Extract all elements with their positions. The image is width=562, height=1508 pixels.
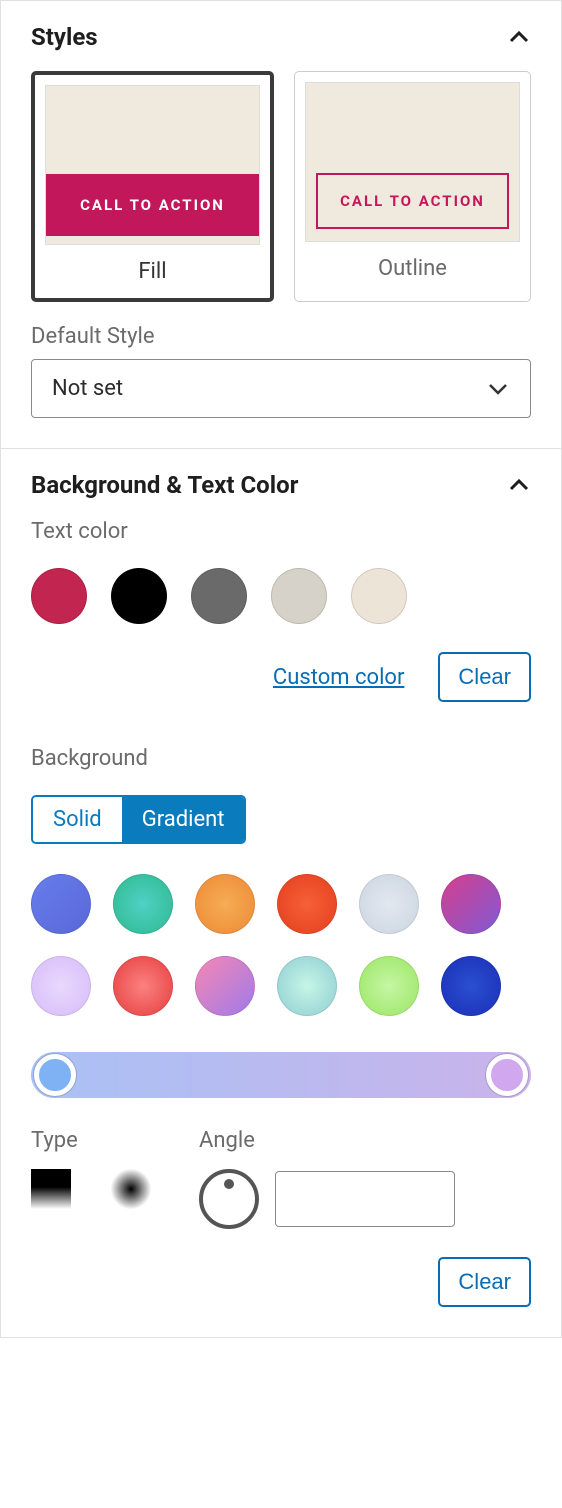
style-preview: CALL TO ACTION xyxy=(45,85,260,245)
angle-label: Angle xyxy=(199,1128,455,1153)
color-swatch[interactable] xyxy=(271,568,327,624)
gradient-swatch[interactable] xyxy=(441,956,501,1016)
text-color-swatches xyxy=(31,568,531,624)
gradient-swatch[interactable] xyxy=(359,874,419,934)
styles-section: Styles CALL TO ACTION Fill CALL TO ACTIO… xyxy=(1,1,561,448)
default-style-select[interactable]: Not set xyxy=(31,359,531,418)
style-options: CALL TO ACTION Fill CALL TO ACTION Outli… xyxy=(31,71,531,302)
chevron-down-icon xyxy=(486,377,510,401)
gradient-swatch[interactable] xyxy=(277,956,337,1016)
bg-text-header[interactable]: Background & Text Color xyxy=(31,471,531,499)
custom-color-link[interactable]: Custom color xyxy=(273,665,405,690)
color-swatch[interactable] xyxy=(351,568,407,624)
gradient-swatch[interactable] xyxy=(359,956,419,1016)
type-label: Type xyxy=(31,1128,151,1153)
bg-text-section: Background & Text Color Text color Custo… xyxy=(1,448,561,1337)
clear-background-button[interactable]: Clear xyxy=(438,1257,531,1307)
gradient-swatch[interactable] xyxy=(113,956,173,1016)
background-label: Background xyxy=(31,746,531,771)
style-option-fill[interactable]: CALL TO ACTION Fill xyxy=(31,71,274,302)
styles-header[interactable]: Styles xyxy=(31,23,531,51)
styles-title: Styles xyxy=(31,23,98,51)
clear-text-color-button[interactable]: Clear xyxy=(438,652,531,702)
gradient-swatch[interactable] xyxy=(31,874,91,934)
gradient-swatch[interactable] xyxy=(441,874,501,934)
gradient-swatch[interactable] xyxy=(277,874,337,934)
gradient-type-radial[interactable] xyxy=(111,1169,151,1209)
bg-text-title: Background & Text Color xyxy=(31,471,298,499)
gradient-stop-left[interactable] xyxy=(34,1054,76,1096)
gradient-bar[interactable] xyxy=(31,1052,531,1098)
default-style-label: Default Style xyxy=(31,324,531,349)
bg-mode-solid[interactable]: Solid xyxy=(33,797,122,842)
block-settings-panel: Styles CALL TO ACTION Fill CALL TO ACTIO… xyxy=(0,0,562,1338)
type-angle-row: Type Angle xyxy=(31,1128,531,1229)
gradient-swatch[interactable] xyxy=(195,874,255,934)
color-swatch[interactable] xyxy=(31,568,87,624)
cta-preview-outline: CALL TO ACTION xyxy=(316,173,509,229)
color-swatch[interactable] xyxy=(111,568,167,624)
gradient-swatch[interactable] xyxy=(31,956,91,1016)
text-color-label: Text color xyxy=(31,519,531,544)
angle-knob[interactable] xyxy=(199,1169,259,1229)
angle-input[interactable] xyxy=(275,1171,455,1227)
bg-mode-toggle: Solid Gradient xyxy=(31,795,246,844)
chevron-up-icon xyxy=(507,25,531,49)
gradient-swatch[interactable] xyxy=(113,874,173,934)
style-option-label: Outline xyxy=(295,242,530,295)
style-option-outline[interactable]: CALL TO ACTION Outline xyxy=(294,71,531,302)
gradient-swatch[interactable] xyxy=(195,956,255,1016)
style-option-label: Fill xyxy=(35,245,270,298)
style-preview: CALL TO ACTION xyxy=(305,82,520,242)
gradient-swatches xyxy=(31,874,531,1016)
gradient-stop-right[interactable] xyxy=(486,1054,528,1096)
default-style-value: Not set xyxy=(52,376,123,401)
gradient-type-linear[interactable] xyxy=(31,1169,71,1209)
chevron-up-icon xyxy=(507,473,531,497)
bg-mode-gradient[interactable]: Gradient xyxy=(122,797,245,842)
color-swatch[interactable] xyxy=(191,568,247,624)
cta-preview-fill: CALL TO ACTION xyxy=(46,174,259,236)
